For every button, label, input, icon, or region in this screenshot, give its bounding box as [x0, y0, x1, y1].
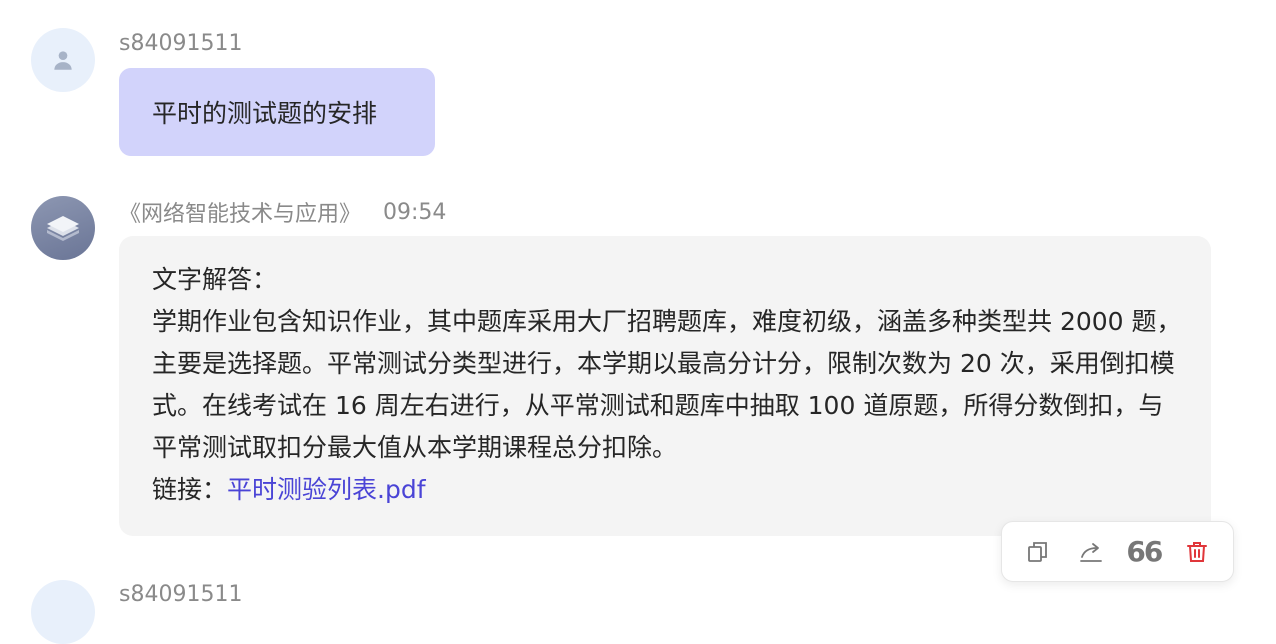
share-icon [1080, 542, 1103, 562]
message-time: 09:54 [383, 199, 447, 225]
delete-button[interactable] [1179, 534, 1215, 570]
answer-link-row: 链接：平时测验列表.pdf [152, 469, 1183, 511]
copy-button[interactable] [1020, 534, 1056, 570]
layers-icon [47, 216, 79, 241]
message-username: s84091511 [119, 31, 243, 56]
share-button[interactable] [1073, 534, 1109, 570]
answer-body: 学期作业包含知识作业，其中题库采用大厂招聘题库，难度初级，涵盖多种类型共 200… [152, 307, 1182, 462]
bot-message-meta: 《网络智能技术与应用》 09:54 [119, 196, 446, 228]
user-avatar [31, 580, 95, 644]
quote-button[interactable]: 66 [1126, 534, 1163, 570]
answer-heading: 文字解答： [152, 265, 278, 294]
bot-message-bubble: 文字解答： 学期作业包含知识作业，其中题库采用大厂招聘题库，难度初级，涵盖多种类… [119, 236, 1211, 536]
delete-icon [1186, 541, 1207, 562]
user-avatar [31, 28, 95, 92]
message-username: s84091511 [119, 582, 243, 607]
bot-avatar [31, 196, 95, 260]
pdf-link[interactable]: 平时测验列表.pdf [227, 475, 426, 504]
course-name: 《网络智能技术与应用》 [119, 202, 362, 227]
user-message-text: 平时的测试题的安排 [152, 99, 378, 128]
user-message-bubble: 平时的测试题的安排 [119, 68, 435, 156]
user-icon [54, 51, 72, 70]
copy-icon [1028, 541, 1048, 562]
quote-icon: 66 [1126, 534, 1163, 568]
message-action-bar: 66 [1001, 521, 1234, 582]
link-label: 链接： [152, 475, 228, 504]
